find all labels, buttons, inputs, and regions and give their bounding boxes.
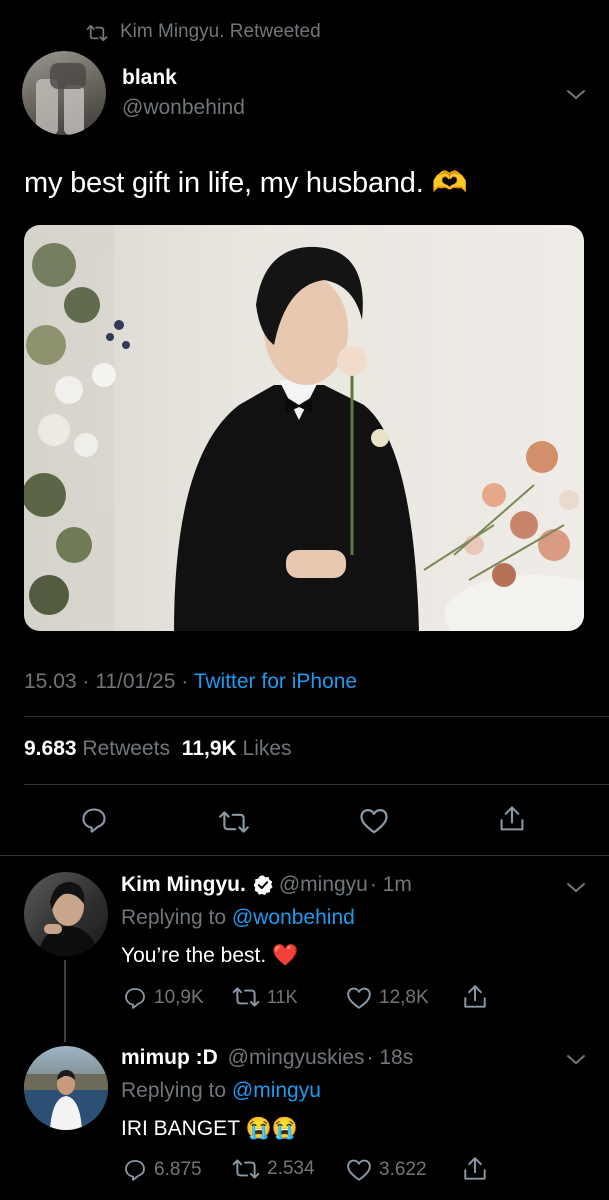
retweets-stat[interactable]: 9.683 Retweets (24, 737, 176, 760)
tweet-stats: 9.683 Retweets 11,9K Likes (24, 737, 292, 761)
chevron-down-icon[interactable] (565, 1052, 587, 1066)
reply-count: 10,9K (154, 987, 204, 1008)
reply-handle[interactable]: @mingyuskies (228, 1046, 365, 1069)
tweet-text: my best gift in life, my husband. 🫶 (24, 166, 468, 200)
handle[interactable]: @wonbehind (122, 96, 245, 120)
chevron-down-icon[interactable] (565, 880, 587, 894)
tweet-source-link[interactable]: Twitter for iPhone (194, 670, 357, 693)
avatar[interactable] (24, 872, 108, 956)
replying-to-link[interactable]: @wonbehind (232, 906, 355, 929)
display-name[interactable]: blank (122, 66, 177, 90)
retweet-action[interactable]: 2.534 (232, 1158, 315, 1180)
reply-text: You’re the best. ❤️ (121, 944, 298, 968)
divider (24, 716, 609, 717)
retweet-icon (232, 1158, 260, 1180)
tweet-time: 15.03 · 11/01/25 · (24, 670, 189, 693)
like-icon[interactable] (359, 807, 389, 835)
reply-icon (123, 986, 147, 1010)
retweet-icon (232, 986, 260, 1008)
replying-to: Replying to @mingyu (121, 1079, 321, 1103)
reply-time: · 18s (366, 1046, 414, 1069)
avatar[interactable] (22, 51, 106, 135)
verified-badge-icon (252, 874, 274, 896)
reply-display-name[interactable]: Kim Mingyu. (121, 873, 246, 897)
reply-icon[interactable] (80, 806, 108, 834)
left-flowers (24, 225, 130, 631)
like-count: 12,8K (379, 987, 429, 1008)
tweet-text-content: my best gift in life, my husband. (24, 167, 424, 199)
reply-text-content: IRI BANGET (121, 1117, 240, 1140)
retweet-count: 11K (267, 986, 298, 1007)
replying-to-label: Replying to (121, 906, 227, 929)
reply-count: 6.875 (154, 1159, 202, 1180)
heart-hands-emoji: 🫶 (431, 167, 468, 199)
crying-emoji: 😭😭 (245, 1117, 298, 1140)
reply-action[interactable]: 10,9K (123, 986, 204, 1010)
thread-line (64, 960, 66, 1042)
like-icon (346, 986, 372, 1010)
likes-count: 11,9K (181, 737, 237, 760)
avatar[interactable] (24, 1046, 108, 1130)
heart-emoji: ❤️ (272, 944, 299, 967)
like-count: 3.622 (379, 1159, 427, 1180)
retweet-banner-text: Kim Mingyu. Retweeted (120, 21, 321, 42)
reply-header: mimup :D @mingyuskies· 18s (121, 1046, 413, 1070)
likes-stat[interactable]: 11,9K Likes (182, 737, 292, 760)
retweets-label: Retweets (82, 737, 170, 760)
chevron-down-icon[interactable] (565, 87, 587, 101)
reply-display-name[interactable]: mimup :D (121, 1046, 218, 1069)
share-icon[interactable] (462, 983, 488, 1011)
divider (24, 784, 609, 785)
tweet-meta: 15.03 · 11/01/25 · Twitter for iPhone (24, 670, 357, 694)
tweet-photo[interactable] (24, 225, 584, 631)
like-action[interactable]: 12,8K (346, 986, 429, 1010)
reply-time: · 1m (369, 873, 412, 896)
reply-handle[interactable]: @mingyu (279, 873, 368, 897)
likes-label: Likes (242, 737, 292, 760)
share-icon[interactable] (498, 804, 526, 834)
replying-to-link[interactable]: @mingyu (232, 1079, 321, 1102)
retweets-count: 9.683 (24, 737, 77, 760)
share-icon[interactable] (462, 1155, 488, 1183)
retweet-count: 2.534 (267, 1158, 315, 1179)
reply-icon (123, 1158, 147, 1182)
reply-header: Kim Mingyu. @mingyu · 1m (121, 873, 412, 897)
retweet-icon (86, 24, 108, 42)
divider (0, 855, 609, 856)
reply-text-content: You’re the best. (121, 944, 267, 967)
like-icon (346, 1158, 372, 1182)
retweet-icon[interactable] (218, 810, 250, 834)
replying-to-label: Replying to (121, 1079, 227, 1102)
reply-text: IRI BANGET 😭😭 (121, 1117, 298, 1141)
replying-to: Replying to @wonbehind (121, 906, 355, 930)
right-flowers (423, 441, 579, 587)
reply-action[interactable]: 6.875 (123, 1158, 202, 1182)
retweet-action[interactable]: 11K (232, 986, 298, 1008)
figure (174, 246, 419, 631)
like-action[interactable]: 3.622 (346, 1158, 427, 1182)
